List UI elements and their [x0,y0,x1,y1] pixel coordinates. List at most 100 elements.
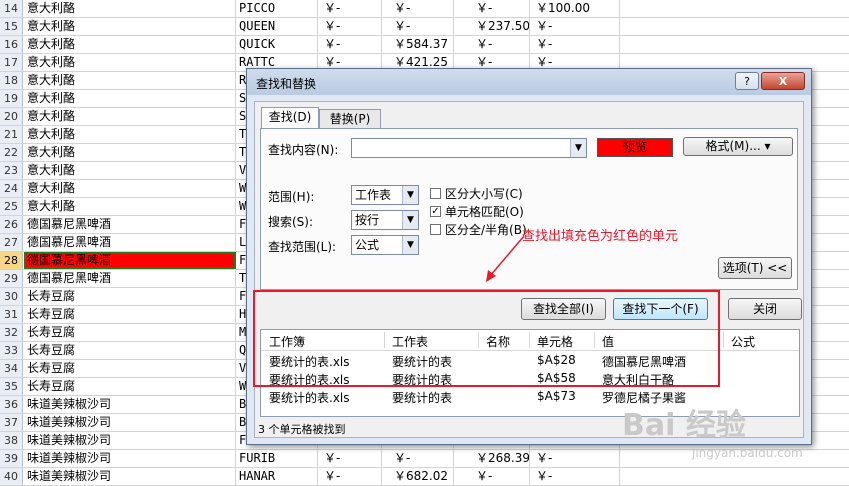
cell-product[interactable]: 意大利酪 [24,180,236,197]
row-header[interactable]: 22 [0,144,23,161]
cell-q4[interactable]: ￥- [530,36,620,53]
close-icon[interactable]: X [761,72,805,90]
row-header[interactable]: 25 [0,198,23,215]
row-header[interactable]: 31 [0,306,23,323]
row-header[interactable]: 29 [0,270,23,287]
dialog-titlebar[interactable]: 查找和替换 ? X [247,69,811,95]
cell-q2[interactable]: ￥- [382,18,454,35]
cell-product[interactable]: 意大利酪 [24,108,236,125]
cell-q3[interactable]: ￥237.50 [454,18,530,35]
cell-product[interactable]: 意大利酪 [24,54,236,71]
row-header[interactable]: 17 [0,54,23,71]
cell-q1[interactable]: ￥- [318,0,382,17]
cell-product[interactable]: 意大利酪 [24,0,236,17]
cell-empty[interactable] [620,18,849,35]
cell-q4[interactable]: ￥100.00 [530,0,620,17]
match-case-checkbox[interactable] [430,188,441,199]
cell-q1[interactable]: ￥- [318,18,382,35]
cell-empty[interactable] [620,36,849,53]
row-header[interactable]: 19 [0,90,23,107]
cell-product[interactable]: 味道美辣椒沙司 [24,432,236,449]
cell-q3[interactable]: ￥268.39 [454,450,530,467]
cell-product[interactable]: 味道美辣椒沙司 [24,450,236,467]
table-row[interactable]: 40 味道美辣椒沙司 HANAR ￥- ￥682.02 ￥- ￥- [0,468,849,486]
cell-q4[interactable]: ￥- [530,18,620,35]
table-row[interactable]: 16 意大利酪 QUICK ￥- ￥584.37 ￥- ￥- [0,36,849,54]
tab-find[interactable]: 查找(D) [261,107,319,129]
cell-customer[interactable]: QUICK [236,36,318,53]
cell-q1[interactable]: ￥- [318,36,382,53]
row-header[interactable]: 32 [0,324,23,341]
cell-product[interactable]: 长寿豆腐 [24,288,236,305]
look-in-select[interactable]: 公式 ▼ [351,235,419,255]
cell-q2[interactable]: ￥584.37 [382,36,454,53]
cell-product[interactable]: 长寿豆腐 [24,306,236,323]
cell-product[interactable]: 长寿豆腐 [24,324,236,341]
row-header[interactable]: 27 [0,234,23,251]
cell-product[interactable]: 意大利酪 [24,198,236,215]
cell-product[interactable]: 意大利酪 [24,162,236,179]
cell-customer[interactable]: HANAR [236,468,318,485]
search-select[interactable]: 按行 ▼ [351,210,419,230]
row-header[interactable]: 38 [0,432,23,449]
row-header[interactable]: 36 [0,396,23,413]
cell-customer[interactable]: FURIB [236,450,318,467]
row-header[interactable]: 24 [0,180,23,197]
tab-replace[interactable]: 替换(P) [319,109,381,129]
help-button[interactable]: ? [735,72,759,90]
cell-product[interactable]: 意大利酪 [24,72,236,89]
cell-product[interactable]: 意大利酪 [24,144,236,161]
find-what-input[interactable]: ▼ [351,138,587,158]
cell-q1[interactable]: ￥- [318,468,382,485]
row-header[interactable]: 39 [0,450,23,467]
cell-q2[interactable]: ￥- [382,0,454,17]
cell-q3[interactable]: ￥- [454,0,530,17]
cell-product[interactable]: 味道美辣椒沙司 [24,468,236,485]
row-header[interactable]: 20 [0,108,23,125]
chevron-down-icon[interactable]: ▼ [402,211,418,229]
cell-empty[interactable] [620,468,849,485]
cell-product[interactable]: 味道美辣椒沙司 [24,396,236,413]
chevron-down-icon[interactable]: ▼ [570,139,586,157]
row-header[interactable]: 35 [0,378,23,395]
cell-q2[interactable]: ￥- [382,450,454,467]
close-button[interactable]: 关闭 [728,298,802,320]
row-header[interactable]: 30 [0,288,23,305]
row-header[interactable]: 15 [0,18,23,35]
row-header[interactable]: 21 [0,126,23,143]
cell-q2[interactable]: ￥682.02 [382,468,454,485]
table-row[interactable]: 15 意大利酪 QUEEN ￥- ￥- ￥237.50 ￥- [0,18,849,36]
cell-product[interactable]: 德国慕尼黑啤酒 [24,234,236,251]
row-header[interactable]: 33 [0,342,23,359]
row-header[interactable]: 28 [0,252,23,269]
cell-product[interactable]: 长寿豆腐 [24,360,236,377]
cell-product[interactable]: 德国慕尼黑啤酒 [24,270,236,287]
cell-q1[interactable]: ￥- [318,450,382,467]
match-entire-cell-checkbox[interactable]: ✓ [430,206,441,217]
cell-product[interactable]: 德国慕尼黑啤酒 [24,216,236,233]
chevron-down-icon[interactable]: ▼ [402,186,418,204]
col-formula[interactable]: 公式 [731,333,755,350]
cell-product[interactable]: 意大利酪 [24,90,236,107]
cell-product[interactable]: 德国慕尼黑啤酒 [24,252,236,269]
cell-product[interactable]: 意大利酪 [24,126,236,143]
cell-q4[interactable]: ￥- [530,468,620,485]
row-header[interactable]: 34 [0,360,23,377]
cell-product[interactable]: 长寿豆腐 [24,378,236,395]
cell-q3[interactable]: ￥- [454,36,530,53]
row-header[interactable]: 18 [0,72,23,89]
options-button[interactable]: 选项(T) << [718,257,792,279]
cell-product[interactable]: 意大利酪 [24,36,236,53]
cell-customer[interactable]: PICCO [236,0,318,17]
cell-q3[interactable]: ￥- [454,468,530,485]
scope-select[interactable]: 工作表 ▼ [351,185,419,205]
table-row[interactable]: 14 意大利酪 PICCO ￥- ￥- ￥- ￥100.00 [0,0,849,18]
cell-empty[interactable] [620,0,849,17]
row-header[interactable]: 40 [0,468,23,485]
match-width-checkbox[interactable] [430,224,441,235]
cell-customer[interactable]: QUEEN [236,18,318,35]
row-header[interactable]: 37 [0,414,23,431]
row-header[interactable]: 16 [0,36,23,53]
row-header[interactable]: 26 [0,216,23,233]
format-button[interactable]: 格式(M)... ▾ [683,137,793,156]
